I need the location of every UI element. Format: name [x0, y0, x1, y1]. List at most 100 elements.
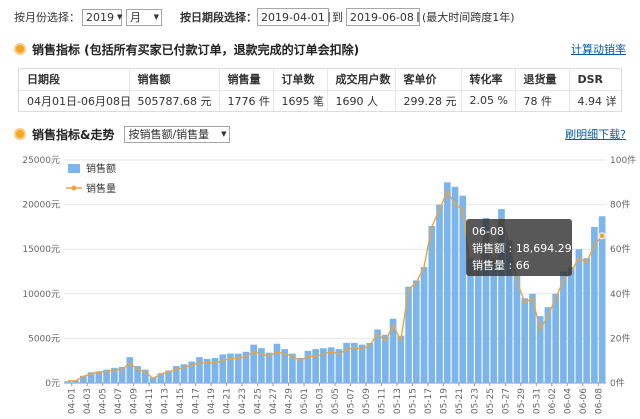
header-cell: 成交用户数	[327, 69, 396, 91]
metrics-header-row: 日期段 销售额 销售量 订单数 成交用户数 客单价 转化率 退货量 DSR	[19, 69, 623, 91]
sales-trend-chart: 0元 5000元 10000元 15000元 20000元 25000元 0件 20件 40件…	[22, 154, 636, 414]
download-detail-link[interactable]: 刷明细下载?	[565, 126, 626, 142]
bar	[381, 334, 389, 383]
header-cell: 日期段	[19, 69, 130, 91]
trend-section-title: 销售指标&走势	[32, 127, 115, 142]
year-select[interactable]: 2019 ▼	[82, 8, 123, 26]
sales-section-title: 销售指标 (包括所有买家已付款订单，退款完成的订单会扣除)	[32, 42, 360, 57]
y-axis-right: 0件 20件 40件 60件 80件 100件	[610, 154, 636, 389]
y-axis-left: 0元 5000元 10000元 15000元 20000元 25000元	[22, 156, 60, 389]
end-date-value: 2019-06-08	[350, 10, 414, 24]
y-right-tick-label: 20件	[610, 332, 630, 344]
y-right-tick-label: 60件	[610, 243, 630, 255]
x-tick-label: 06-08	[594, 388, 604, 414]
y-left-tick-label: 15000元	[22, 245, 60, 255]
x-tick-label: 04-11	[145, 388, 155, 414]
chevron-down-icon: ▼	[117, 13, 123, 21]
sales-section-header: 销售指标 (包括所有买家已付款订单，退款完成的订单会扣除) 计算动销率	[14, 40, 626, 58]
legend-label-sales-amount: 销售额	[86, 162, 116, 175]
header-cell: 订单数	[273, 69, 328, 91]
y-right-tick-label: 0件	[610, 377, 625, 389]
x-tick-label: 04-21	[223, 388, 233, 414]
bar	[544, 307, 552, 383]
metric-mode-value: 按销售额/销售量	[128, 128, 210, 141]
bar	[351, 342, 358, 383]
x-tick-label: 05-03	[316, 388, 326, 414]
calendar-icon[interactable]	[416, 12, 419, 22]
bar	[273, 343, 281, 383]
header-cell: 退货量	[515, 69, 570, 91]
y-right-tick-label: 100件	[610, 154, 636, 166]
x-tick-label: 05-27	[501, 388, 511, 414]
x-tick-label: 04-03	[83, 388, 93, 414]
bar	[598, 216, 606, 383]
metric-mode-select[interactable]: 按销售额/销售量 ▼	[124, 125, 231, 143]
y-left-tick-label: 0元	[45, 379, 60, 389]
x-tick-label: 05-21	[455, 388, 465, 414]
x-tick-label: 04-29	[285, 388, 295, 414]
bar	[358, 344, 366, 383]
chart-tooltip: 06-08 销售额 : 18,694.29 销售量 : 66	[466, 219, 572, 276]
y-left-tick-label: 25000元	[22, 156, 60, 166]
bar	[366, 342, 374, 383]
bar	[397, 335, 405, 383]
x-tick-label: 05-05	[331, 388, 341, 414]
date-range-label: 按日期段选择：	[180, 11, 257, 24]
bar	[412, 280, 420, 383]
bar	[428, 226, 436, 383]
bar	[420, 267, 428, 383]
x-tick-label: 04-13	[161, 388, 171, 414]
turnover-rate-link[interactable]: 计算动销率	[571, 41, 626, 57]
x-tick-label: 05-17	[424, 388, 434, 414]
value-cell: 04月01日-06月08日	[19, 90, 131, 111]
x-tick-label: 04-15	[176, 388, 186, 414]
bar	[560, 271, 567, 383]
bar	[521, 298, 529, 383]
legend-label-sales-volume: 销售量	[86, 182, 116, 195]
chevron-down-icon: ▼	[153, 13, 159, 21]
x-tick-label: 05-29	[517, 388, 527, 414]
value-cell: 1695 笔	[273, 90, 328, 111]
header-cell: 销售量	[219, 69, 274, 91]
y-left-tick-label: 5000元	[28, 334, 60, 344]
x-axis: 04-01 04-03 04-05 04-07 04-09 04-11 04-13 04-15…	[68, 383, 604, 414]
end-date-input[interactable]: 2019-06-08	[346, 8, 420, 26]
x-tick-label: 04-25	[254, 388, 264, 414]
value-cell: 2.05 %	[461, 90, 516, 111]
start-date-input[interactable]: 2019-04-01	[257, 8, 330, 26]
x-tick-label: 06-04	[563, 388, 573, 414]
bar	[575, 249, 583, 383]
x-tick-label: 05-07	[346, 388, 356, 414]
header-cell: 转化率	[461, 69, 516, 91]
chart-legend: 销售额 销售量	[66, 162, 116, 195]
header-cell: 销售额	[129, 69, 220, 91]
value-cell: 505787.68 元	[129, 90, 220, 111]
calendar-icon[interactable]	[327, 12, 330, 22]
x-tick-label: 05-13	[393, 388, 403, 414]
bar	[474, 262, 482, 383]
x-tick-label: 04-17	[192, 388, 202, 414]
tooltip-sales-amount: 销售额 : 18,694.29	[472, 241, 572, 255]
bar	[583, 258, 590, 383]
bar	[312, 349, 319, 383]
bullet-dot-icon	[14, 43, 26, 55]
bar	[296, 358, 304, 383]
legend-swatch-sales-amount	[68, 164, 80, 173]
year-select-value: 2019	[86, 10, 114, 24]
x-tick-label: 05-11	[377, 388, 387, 414]
dsr-value-cell[interactable]: 4.94 详	[569, 90, 623, 111]
x-tick-label: 04-19	[207, 388, 217, 414]
value-cell: 1690 人	[327, 90, 396, 111]
x-tick-label: 06-02	[548, 388, 558, 414]
bar	[126, 357, 134, 383]
bar	[219, 354, 227, 383]
bar	[250, 344, 258, 383]
bar	[467, 258, 474, 383]
value-cell: 299.28 元	[395, 90, 462, 111]
bullet-dot-icon	[14, 128, 26, 140]
x-tick-label: 06-06	[579, 388, 589, 414]
y-left-tick-label: 10000元	[22, 290, 60, 300]
month-select[interactable]: 月 ▼	[126, 8, 162, 26]
x-tick-label: 04-01	[68, 388, 78, 414]
x-tick-label: 05-09	[362, 388, 372, 414]
